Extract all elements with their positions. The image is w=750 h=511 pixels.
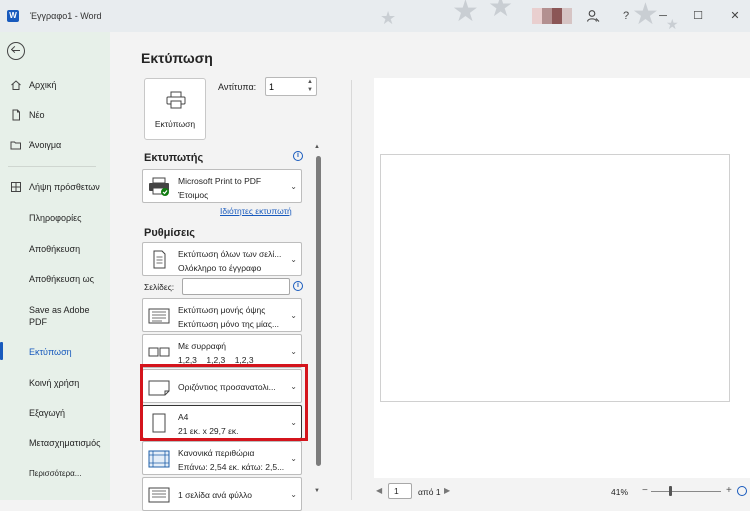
- backstage-sidebar: Αρχική Νέο Άνοιγμα Λήψη πρόσθετων Πληροφ…: [0, 32, 110, 500]
- printer-section-title: Εκτυπωτής: [144, 152, 204, 164]
- sidebar-item-label: Εκτύπωση: [29, 347, 72, 357]
- zoom-in-icon[interactable]: +: [726, 485, 732, 496]
- print-preview: [374, 78, 750, 478]
- page-count-label: από 1: [418, 487, 441, 497]
- preview-navigation: ◀ 1 από 1 ▶ 41% − +: [374, 482, 750, 500]
- margins-detail: Επάνω: 2,54 εκ. κάτω: 2,5...: [178, 462, 285, 472]
- spin-down-icon[interactable]: ▼: [307, 87, 313, 93]
- scroll-down-icon[interactable]: ▼: [314, 488, 320, 494]
- account-avatar[interactable]: [532, 8, 572, 24]
- settings-scrollbar[interactable]: ▲ ▼: [314, 144, 322, 500]
- sidebar-item-label: Νέο: [29, 110, 45, 120]
- person-icon[interactable]: [586, 9, 600, 23]
- word-app-icon: W: [7, 10, 19, 22]
- sides-detail: Εκτύπωση μόνο της μίας...: [178, 319, 280, 329]
- sidebar-item-label: Αποθήκευση: [29, 244, 81, 254]
- chevron-down-icon: ⌄: [290, 182, 297, 191]
- copies-stepper[interactable]: ▲ ▼: [265, 77, 317, 96]
- document-title: Έγγραφο1 - Word: [30, 11, 102, 21]
- new-document-icon: [12, 109, 20, 121]
- preview-page: [380, 154, 730, 402]
- info-icon[interactable]: i: [293, 151, 303, 161]
- sidebar-separator: [8, 166, 96, 167]
- printer-ready-icon: [149, 177, 169, 196]
- sidebar-item-label: Περισσότερα...: [29, 469, 82, 478]
- star-icon: ★: [380, 8, 397, 28]
- help-button[interactable]: ?: [618, 8, 634, 24]
- pages-per-sheet-icon: [148, 487, 170, 503]
- panel-divider: [351, 80, 352, 500]
- apps-icon: [11, 182, 21, 192]
- page-title: Εκτύπωση: [141, 50, 213, 66]
- chevron-down-icon: ⌄: [290, 347, 297, 356]
- scroll-thumb[interactable]: [315, 156, 321, 466]
- print-button-label: Εκτύπωση: [154, 119, 196, 129]
- pages-per-sheet-dropdown[interactable]: 1 σελίδα ανά φύλλο ⌄: [142, 477, 302, 511]
- maximize-button[interactable]: ☐: [690, 8, 706, 24]
- pages-per-sheet-label: 1 σελίδα ανά φύλλο: [178, 490, 252, 500]
- decorative-stars: ★ ★ ★ ★ ★: [370, 0, 690, 32]
- sidebar-item-label: Πληροφορίες: [29, 213, 82, 223]
- zoom-slider-track[interactable]: [651, 491, 721, 492]
- chevron-down-icon: ⌄: [290, 454, 297, 463]
- sidebar-item-label: Αποθήκευση ως: [29, 274, 94, 284]
- zoom-slider-thumb[interactable]: [669, 486, 672, 496]
- pages-stack-icon: [153, 250, 166, 269]
- collate-icon: [148, 347, 170, 357]
- print-what-dropdown[interactable]: Εκτύπωση όλων των σελί... Ολόκληρο το έγ…: [142, 242, 302, 276]
- sidebar-item-label: Αρχική: [29, 80, 57, 90]
- printer-properties-link[interactable]: Ιδιότητες εκτυπωτή: [220, 206, 292, 216]
- print-button[interactable]: Εκτύπωση: [144, 78, 206, 140]
- sidebar-item-label: Εξαγωγή: [29, 408, 66, 418]
- title-bar: W Έγγραφο1 - Word ★ ★ ★ ★ ★ ? ─ ☐ ✕: [0, 0, 750, 32]
- margins-label: Κανονικά περιθώρια: [178, 448, 255, 458]
- minimize-button[interactable]: ─: [655, 8, 671, 24]
- zoom-out-icon[interactable]: −: [642, 485, 648, 496]
- pages-label: Σελίδες:: [144, 282, 175, 292]
- sidebar-item-label: Save as Adobe PDF: [29, 305, 90, 327]
- chevron-down-icon: ⌄: [290, 490, 297, 499]
- sidebar-item-label: Μετασχηματισμός: [29, 438, 101, 448]
- previous-page-icon[interactable]: ◀: [376, 486, 382, 495]
- page-number-input[interactable]: 1: [388, 483, 412, 499]
- spin-up-icon[interactable]: ▲: [307, 79, 313, 85]
- chevron-down-icon: ⌄: [290, 311, 297, 320]
- collate-label: Με συρραφή: [178, 341, 226, 351]
- star-icon: ★: [452, 0, 479, 28]
- print-what-detail: Ολόκληρο το έγγραφο: [178, 263, 262, 273]
- collate-dropdown[interactable]: Με συρραφή 1,2,3 1,2,3 1,2,3 ⌄: [142, 334, 302, 368]
- sidebar-item-label: Άνοιγμα: [29, 140, 62, 150]
- home-icon: [11, 80, 21, 90]
- zoom-to-page-icon[interactable]: [737, 486, 747, 496]
- printer-status: Έτοιμος: [178, 190, 209, 200]
- highlight-annotation: [140, 364, 308, 441]
- sides-dropdown[interactable]: Εκτύπωση μονής όψης Εκτύπωση μόνο της μί…: [142, 298, 302, 332]
- info-icon[interactable]: i: [293, 281, 303, 291]
- single-sided-icon: [148, 308, 170, 324]
- copies-input[interactable]: [269, 80, 303, 93]
- chevron-down-icon: ⌄: [290, 255, 297, 264]
- print-what-label: Εκτύπωση όλων των σελί...: [178, 249, 282, 259]
- zoom-percentage[interactable]: 41%: [611, 487, 628, 497]
- margins-icon: [148, 450, 170, 468]
- arrow-left-circle-icon[interactable]: [7, 42, 25, 60]
- pages-input[interactable]: [182, 278, 290, 295]
- printer-dropdown[interactable]: Microsoft Print to PDF Έτοιμος ⌄: [142, 169, 302, 203]
- star-icon: ★: [488, 0, 514, 22]
- settings-section-title: Ρυθμίσεις: [144, 227, 195, 239]
- printer-icon: [166, 91, 186, 109]
- sides-label: Εκτύπωση μονής όψης: [178, 305, 266, 315]
- margins-dropdown[interactable]: Κανονικά περιθώρια Επάνω: 2,54 εκ. κάτω:…: [142, 441, 302, 475]
- scroll-up-icon[interactable]: ▲: [314, 144, 320, 150]
- sidebar-item-label: Κοινή χρήση: [29, 378, 80, 388]
- copies-label: Αντίτυπα:: [218, 82, 257, 92]
- sidebar-item-label: Λήψη πρόσθετων: [29, 182, 100, 192]
- close-button[interactable]: ✕: [727, 8, 743, 24]
- next-page-icon[interactable]: ▶: [444, 486, 450, 495]
- printer-name: Microsoft Print to PDF: [178, 176, 262, 186]
- folder-icon: [10, 141, 21, 150]
